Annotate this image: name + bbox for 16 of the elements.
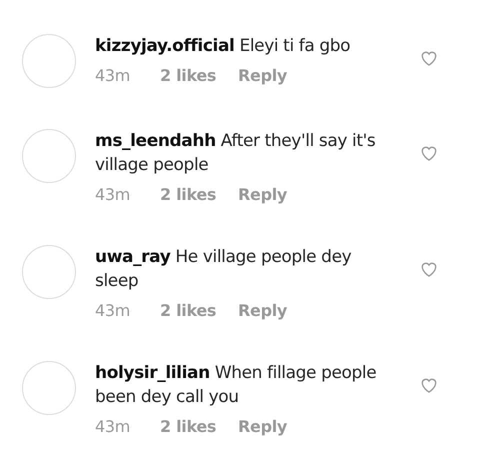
likes-link[interactable]: 2 likes: [160, 185, 238, 204]
reply-link[interactable]: Reply: [238, 417, 288, 436]
reply-link[interactable]: Reply: [238, 185, 288, 204]
comment-time: 43m: [95, 417, 132, 436]
comment-text: kizzyjay.official Eleyi ti fa gbo: [95, 35, 352, 58]
comment-time: 43m: [95, 185, 132, 204]
comment-text: ms_leendahh After they'll say it's village people: [95, 130, 376, 177]
comment-time: 43m: [95, 301, 132, 320]
likes-link[interactable]: 2 likes: [160, 66, 238, 85]
comment-time: 43m: [95, 66, 132, 85]
reply-link[interactable]: Reply: [238, 301, 288, 320]
comment-text: uwa_ray He village people dey sleep: [95, 246, 352, 293]
likes-link[interactable]: 2 likes: [160, 301, 238, 320]
likes-link[interactable]: 2 likes: [160, 417, 238, 436]
reply-link[interactable]: Reply: [238, 66, 288, 85]
comment-text: holysir_lilian When fillage people been dey call you: [95, 362, 378, 409]
